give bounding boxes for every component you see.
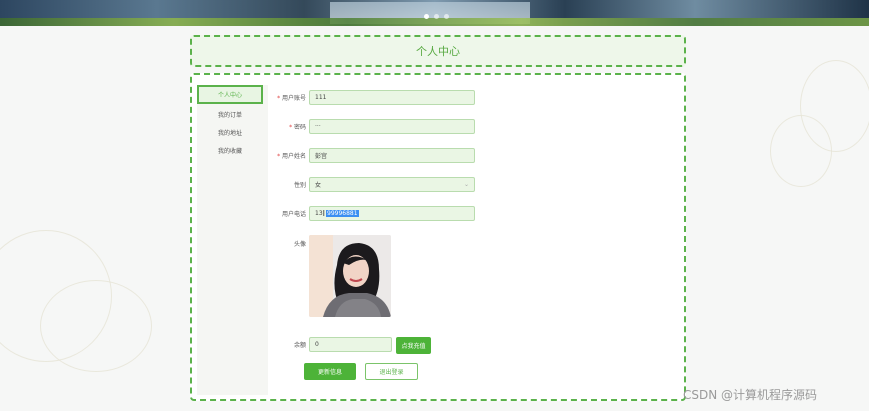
decorative-flower <box>770 115 832 187</box>
balance-input[interactable]: 0 <box>309 337 392 352</box>
balance-label: 余额 <box>293 342 306 349</box>
name-input[interactable]: 彭宫 <box>309 148 475 163</box>
banner-carousel[interactable] <box>0 0 869 26</box>
sidebar: 个人中心 我的订单 我的地址 我的收藏 <box>197 85 263 161</box>
account-input[interactable]: 111 <box>309 90 475 105</box>
watermark: CSDN @计算机程序源码 <box>683 388 818 402</box>
sidebar-item-orders[interactable]: 我的订单 <box>197 107 263 122</box>
name-row: * 用户姓名 彭宫 <box>272 148 475 163</box>
carousel-dots <box>424 14 449 19</box>
phone-value-prefix: 13 <box>315 210 323 217</box>
sidebar-item-address[interactable]: 我的地址 <box>197 125 263 140</box>
gender-value: 女 <box>315 182 322 189</box>
profile-panel: 个人中心 我的订单 我的地址 我的收藏 * 用户账号 111 * 密码 ··· … <box>190 73 686 401</box>
page-title: 个人中心 <box>416 45 460 58</box>
banner-grass <box>0 18 869 26</box>
phone-value-selected: 99996881 <box>326 210 359 217</box>
name-label: * 用户姓名 <box>277 153 306 160</box>
carousel-dot-3[interactable] <box>444 14 449 19</box>
password-label: * 密码 <box>289 124 306 131</box>
page-title-box: 个人中心 <box>190 35 686 67</box>
gender-label: 性别 <box>293 182 306 189</box>
carousel-dot-2[interactable] <box>434 14 439 19</box>
avatar-image[interactable] <box>309 235 391 317</box>
carousel-dot-1[interactable] <box>424 14 429 19</box>
avatar-row: 头像 <box>272 239 309 248</box>
text-cursor-icon: I <box>322 209 325 218</box>
balance-row: 余额 0 <box>272 337 392 352</box>
phone-input[interactable]: 13 I 99996881 <box>309 206 475 221</box>
decorative-flower <box>40 280 152 372</box>
sidebar-item-favorites[interactable]: 我的收藏 <box>197 143 263 158</box>
password-row: * 密码 ··· <box>272 119 475 134</box>
recharge-button[interactable]: 点我充值 <box>396 337 431 354</box>
account-row: * 用户账号 111 <box>272 90 475 105</box>
avatar-portrait <box>309 235 391 317</box>
avatar-label: 头像 <box>293 241 306 248</box>
phone-label: 用户电话 <box>281 211 306 218</box>
update-info-button[interactable]: 更新信息 <box>304 363 356 380</box>
logout-button[interactable]: 退出登录 <box>365 363 418 380</box>
account-label: * 用户账号 <box>277 95 306 102</box>
sidebar-item-profile[interactable]: 个人中心 <box>197 85 263 104</box>
password-input[interactable]: ··· <box>309 119 475 134</box>
gender-select[interactable]: 女 ⌄ <box>309 177 475 192</box>
gender-row: 性别 女 ⌄ <box>272 177 475 192</box>
phone-row: 用户电话 13 I 99996881 <box>272 206 475 221</box>
chevron-down-icon: ⌄ <box>463 181 469 188</box>
